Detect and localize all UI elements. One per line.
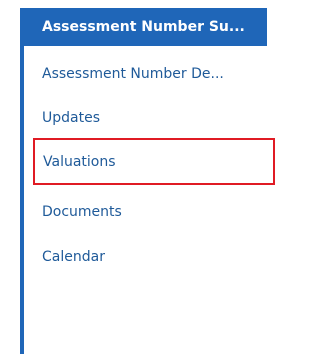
nav-item-documents[interactable]: Documents	[24, 189, 267, 235]
nav-item-assessment-number-detail[interactable]: Assessment Number De...	[24, 51, 267, 97]
nav-item-assessment-number-summary[interactable]: Assessment Number Su...	[24, 8, 267, 46]
side-navigation: Assessment Number Su... Assessment Numbe…	[0, 0, 291, 354]
nav-item-updates[interactable]: Updates	[24, 95, 267, 141]
nav-item-valuations[interactable]: Valuations	[33, 138, 275, 185]
nav-item-calendar[interactable]: Calendar	[24, 234, 267, 280]
